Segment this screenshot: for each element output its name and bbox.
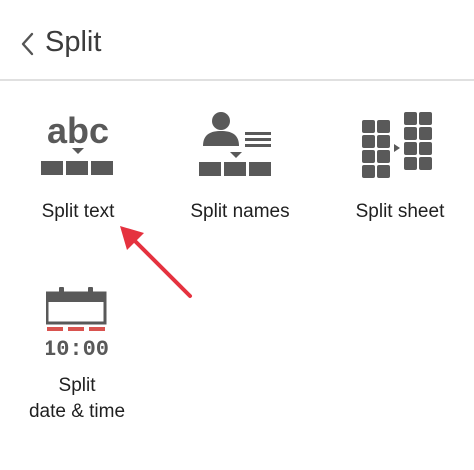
split-text-icon-letters: abc xyxy=(47,110,109,151)
split-names-tile[interactable]: Split names xyxy=(175,105,305,225)
split-date-time-icon: 10:00 xyxy=(46,287,108,361)
split-date-time-tile[interactable]: 10:00 Split date & time xyxy=(12,285,142,430)
red-arrow-annotation xyxy=(120,226,192,298)
split-names-icon xyxy=(199,112,271,176)
split-date-time-label: Split date & time xyxy=(28,375,126,422)
header-divider xyxy=(0,79,474,81)
split-sheet-tile[interactable]: Split sheet xyxy=(340,105,460,225)
split-text-tile[interactable]: abc Split text xyxy=(22,105,134,225)
split-date-time-icon-clock: 10:00 xyxy=(46,337,108,361)
split-sheet-label: Split sheet xyxy=(355,201,445,222)
split-sheet-icon xyxy=(362,112,432,178)
chevron-left-icon[interactable] xyxy=(18,30,38,58)
header: Split xyxy=(0,0,474,80)
page-title: Split xyxy=(45,26,102,58)
split-text-icon: abc xyxy=(41,110,113,175)
